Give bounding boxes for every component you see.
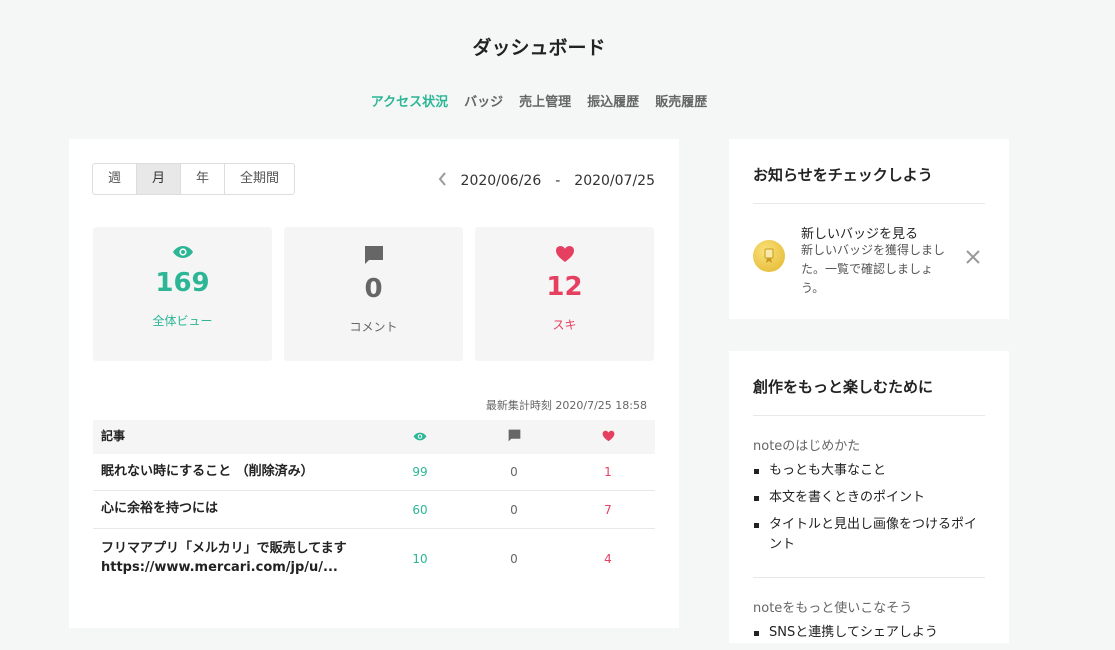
stat-views: 169 全体ビュー	[93, 227, 272, 361]
notice-title: お知らせをチェックしよう	[753, 166, 933, 184]
eye-icon	[413, 432, 427, 441]
article-comments: 0	[510, 465, 518, 479]
date-range-separator: -	[555, 172, 561, 189]
stats-summary: 169 全体ビュー 0 コメント 12 スキ	[93, 227, 654, 361]
comment-icon	[508, 429, 520, 442]
comment-icon	[364, 246, 383, 264]
guide-card: 創作をもっと楽しむために noteのはじめかた もっとも大事なこと 本文を書くと…	[729, 351, 1009, 643]
article-views: 10	[412, 552, 428, 566]
list-item[interactable]: タイトルと見出し画像をつけるポイント	[753, 515, 985, 555]
article-title[interactable]: フリマアプリ「メルカリ」で販売してます https://www.mercari.…	[93, 540, 373, 578]
dashboard-tabs: アクセス状況 バッジ 売上管理 振込履歴 販売履歴	[0, 91, 1078, 110]
notice-item-title[interactable]: 新しいバッジを見る	[801, 223, 918, 242]
column-likes	[561, 430, 655, 445]
access-stats-card: 週 月 年 全期間 2020/06/26 - 2020/07/25 169 全体…	[69, 139, 679, 628]
page-title: ダッシュボード	[472, 37, 606, 59]
article-title[interactable]: 眠れない時にすること （削除済み）	[93, 463, 373, 482]
guide-section-list: もっとも大事なこと 本文を書くときのポイント タイトルと見出し画像をつけるポイン…	[753, 461, 985, 563]
tab-access[interactable]: アクセス状況	[371, 91, 448, 110]
notice-card: お知らせをチェックしよう 新しいバッジを見る 新しいバッジを獲得しました。一覧で…	[729, 139, 1009, 319]
comments-count: 0	[364, 274, 383, 304]
period-year-button[interactable]: 年	[181, 164, 226, 194]
column-article: 記事	[101, 429, 126, 444]
article-likes: 4	[604, 552, 612, 566]
tab-badges[interactable]: バッジ	[464, 91, 503, 110]
close-icon[interactable]	[965, 249, 981, 269]
guide-title: 創作をもっと楽しむために	[753, 378, 934, 396]
views-count: 169	[155, 268, 210, 298]
guide-section-heading: noteのはじめかた	[753, 439, 861, 454]
article-views: 60	[412, 502, 428, 517]
views-label: 全体ビュー	[152, 314, 213, 328]
stat-likes: 12 スキ	[475, 227, 654, 361]
period-week-button[interactable]: 週	[93, 164, 138, 194]
badge-medal-icon	[753, 240, 785, 272]
last-updated: 最新集計時刻 2020/7/25 18:58	[485, 399, 647, 412]
list-item[interactable]: もっとも大事なこと	[753, 461, 985, 481]
table-row[interactable]: 心に余裕を持つには 60 0 7	[93, 491, 655, 529]
date-range: 2020/06/26 - 2020/07/25	[438, 171, 655, 190]
date-range-end: 2020/07/25	[574, 172, 655, 189]
article-likes: 1	[604, 465, 612, 479]
article-title[interactable]: 心に余裕を持つには	[93, 500, 373, 519]
comments-label: コメント	[349, 320, 398, 334]
tab-sales-history[interactable]: 販売履歴	[655, 91, 707, 110]
chevron-left-icon[interactable]	[438, 171, 447, 190]
period-month-button[interactable]: 月	[137, 164, 182, 194]
list-item[interactable]: 本文を書くときのポイント	[753, 488, 985, 508]
table-header: 記事	[93, 420, 655, 454]
eye-icon	[172, 246, 193, 258]
period-selector: 週 月 年 全期間	[92, 163, 296, 195]
article-likes: 7	[604, 502, 612, 517]
list-item[interactable]: SNSと連携してシェアしよう	[753, 623, 985, 643]
column-comments	[467, 429, 561, 445]
guide-section-heading: noteをもっと使いこなそう	[753, 601, 913, 616]
likes-label: スキ	[552, 318, 577, 332]
article-comments: 0	[510, 502, 518, 517]
date-range-start: 2020/06/26	[460, 172, 542, 189]
column-views	[373, 430, 467, 444]
divider	[753, 203, 985, 204]
guide-section-list: SNSと連携してシェアしよう	[753, 623, 985, 650]
notice-item-body: 新しいバッジを獲得しました。一覧で確認しましょう。	[801, 243, 946, 296]
article-stats-table: 記事 眠れない時にすること （削除済み） 99 0 1 心に余裕を持つには 60…	[93, 420, 655, 589]
table-row[interactable]: 眠れない時にすること （削除済み） 99 0 1	[93, 454, 655, 491]
stat-comments: 0 コメント	[284, 227, 463, 361]
likes-count: 12	[546, 272, 583, 302]
divider	[753, 415, 985, 416]
period-all-button[interactable]: 全期間	[225, 164, 294, 194]
heart-icon	[602, 430, 614, 441]
heart-icon	[555, 246, 574, 262]
divider	[753, 577, 985, 578]
article-views: 99	[412, 465, 428, 479]
tab-transfers[interactable]: 振込履歴	[587, 91, 639, 110]
table-row[interactable]: フリマアプリ「メルカリ」で販売してます https://www.mercari.…	[93, 529, 655, 589]
tab-sales[interactable]: 売上管理	[519, 91, 571, 110]
article-comments: 0	[510, 552, 518, 566]
